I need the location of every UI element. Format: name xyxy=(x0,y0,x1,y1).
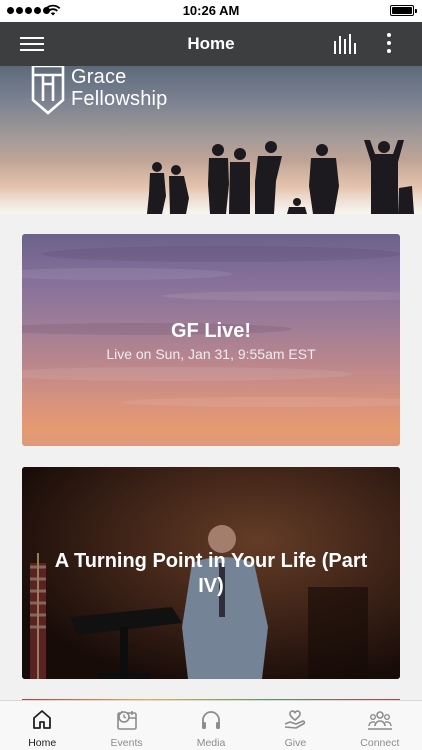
tab-label: Give xyxy=(284,737,307,749)
people-group-icon xyxy=(367,711,392,730)
card-title: A Turning Point in Your Life (Part IV) xyxy=(54,550,368,597)
status-bar: 10:26 AM xyxy=(0,0,422,22)
tab-label: Home xyxy=(28,737,57,749)
tab-label: Events xyxy=(110,737,143,749)
home-icon xyxy=(33,710,52,729)
tab-connect[interactable]: Connect xyxy=(338,701,422,750)
church-logo-icon xyxy=(31,66,65,115)
gf-live-card[interactable]: GF Live! Live on Sun, Jan 31, 9:55am EST xyxy=(22,234,400,446)
logo-text-fellowship: Fellowship xyxy=(71,88,168,110)
status-time: 10:26 AM xyxy=(182,3,240,18)
tab-give[interactable]: Give xyxy=(253,701,337,750)
hero-banner: Grace Fellowship xyxy=(0,66,422,214)
grace-fellowship-logo: Grace Fellowship xyxy=(30,66,167,116)
top-app-bar: Home xyxy=(0,22,422,66)
bottom-tab-bar: Home Events Media Give Connect xyxy=(0,700,422,750)
card-title: GF Live! xyxy=(170,320,251,342)
tab-label: Connect xyxy=(360,737,400,749)
calendar-clock-icon xyxy=(116,711,137,730)
vertical-ellipsis-icon[interactable] xyxy=(380,32,398,56)
tab-events[interactable]: Events xyxy=(84,701,168,750)
logo-text-grace: Grace xyxy=(71,66,127,88)
tab-media[interactable]: Media xyxy=(169,701,253,750)
tab-home[interactable]: Home xyxy=(0,701,84,750)
page-title: Home xyxy=(187,34,235,53)
audio-bars-icon[interactable] xyxy=(333,33,357,55)
tab-label: Media xyxy=(196,737,226,749)
home-feed: GF Live! Live on Sun, Jan 31, 9:55am EST xyxy=(0,214,422,700)
battery-icon xyxy=(390,5,417,16)
sermon-card[interactable]: A Turning Point in Your Life (Part IV) xyxy=(22,467,400,679)
card-subtitle: Live on Sun, Jan 31, 9:55am EST xyxy=(106,346,316,362)
give-heart-hand-icon xyxy=(285,710,306,729)
headphones-icon xyxy=(202,711,221,729)
